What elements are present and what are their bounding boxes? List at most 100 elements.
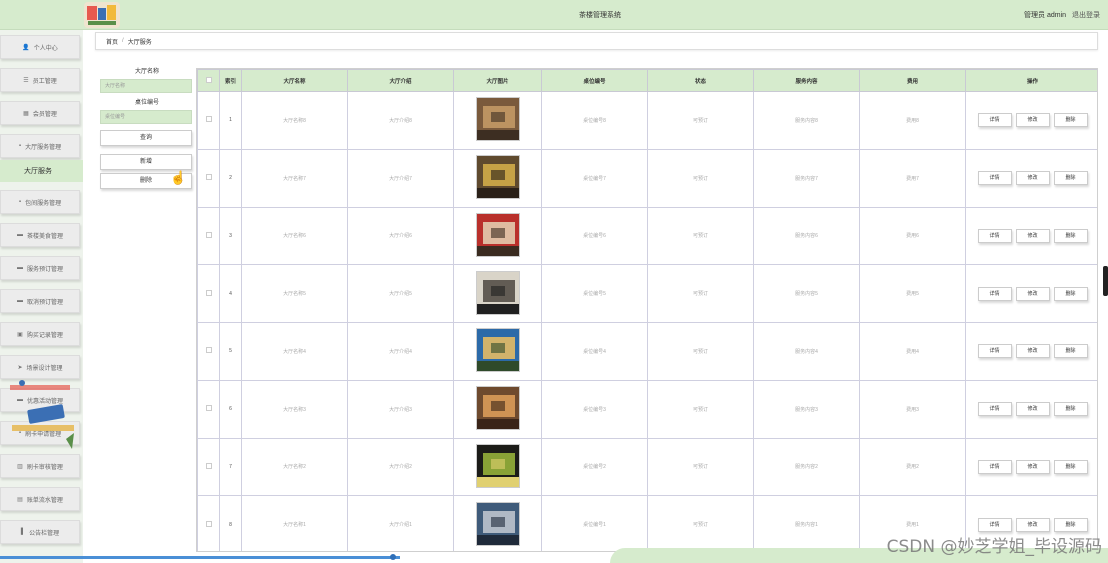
detail-button[interactable]: 详情	[977, 344, 1012, 359]
apps-icon: ▪	[18, 430, 22, 436]
edit-button[interactable]: 修改	[1015, 171, 1050, 186]
hall-name-input[interactable]: 大厅名称	[100, 79, 192, 93]
detail-button[interactable]: 详情	[977, 171, 1012, 186]
row-delete-button[interactable]: 删除	[1053, 459, 1088, 474]
row-checkbox[interactable]	[197, 148, 220, 208]
column-header-4: 大厅图片	[453, 69, 542, 92]
breadcrumb-separator: /	[122, 38, 124, 44]
edit-button[interactable]: 修改	[1015, 459, 1050, 474]
sidebar-item-label: 场景设计管理	[26, 365, 63, 372]
sidebar-item-3[interactable]: ☰ 员工管理	[0, 68, 80, 92]
edit-button[interactable]: 修改	[1015, 113, 1050, 128]
row-delete-button[interactable]: 删除	[1053, 344, 1088, 359]
column-header-5: 桌位编号	[541, 69, 648, 92]
edit-button[interactable]: 修改	[1015, 517, 1050, 532]
sidebar-item-6[interactable]: ▪ 包间服务管理	[0, 190, 80, 214]
service-content-cell: 服务内容2	[753, 437, 860, 497]
hall-image[interactable]	[475, 270, 520, 315]
edit-button[interactable]: 修改	[1015, 344, 1050, 359]
row-checkbox[interactable]	[197, 206, 220, 266]
hall-service-table: 索引 大厅名称 大厅介绍 大厅图片 桌位编号 状态 服务内容 费用 操作 1 大厅名称8 大厅介绍8…	[196, 68, 1098, 552]
sidebar-item-4[interactable]: ▦ 会员管理	[0, 101, 80, 125]
column-header-6: 状态	[647, 69, 754, 92]
seat-number-input[interactable]: 桌位编号	[100, 110, 192, 124]
service-content-cell: 服务内容1	[753, 495, 860, 551]
sidebar-item-label: 优惠活动管理	[26, 398, 63, 405]
hall-name-cell: 大厅名称4	[241, 322, 348, 381]
detail-button[interactable]: 详情	[977, 228, 1012, 243]
sidebar-item-11[interactable]: ➤ 场景设计管理	[0, 355, 80, 379]
sidebar-item-14[interactable]: ▥ 刷卡审核管理	[0, 454, 80, 478]
select-all-checkbox[interactable]	[197, 69, 220, 92]
hall-image[interactable]	[475, 443, 520, 488]
edit-button[interactable]: 修改	[1015, 228, 1050, 243]
row-delete-button[interactable]: 删除	[1053, 228, 1088, 243]
edit-button[interactable]: 修改	[1015, 402, 1050, 417]
hall-name-cell: 大厅名称6	[241, 206, 348, 266]
detail-button[interactable]: 详情	[977, 517, 1012, 532]
row-delete-button[interactable]: 删除	[1053, 286, 1088, 301]
sidebar-item-label: 购买记录管理	[26, 332, 63, 339]
hall-image[interactable]	[475, 328, 520, 373]
sidebar-item-label: 个人中心	[33, 45, 58, 52]
hall-image-cell	[453, 91, 542, 150]
edit-button[interactable]: 修改	[1015, 286, 1050, 301]
hall-image[interactable]	[475, 97, 520, 142]
column-header-9: 操作	[965, 69, 1097, 92]
sidebar-item-15[interactable]: ▤ 账单流水管理	[0, 487, 80, 511]
hall-image[interactable]	[475, 212, 520, 257]
row-checkbox[interactable]	[197, 437, 220, 497]
hall-image[interactable]	[475, 386, 520, 431]
sidebar-item-9[interactable]: ▬ 取消预订管理	[0, 289, 80, 313]
row-checkbox[interactable]	[197, 91, 220, 150]
list-icon: ☰	[23, 77, 29, 84]
watermark: CSDN @妙芝学姐_毕设源码	[886, 537, 1102, 557]
add-button[interactable]: 新增	[100, 154, 192, 170]
seat-number-cell: 桌位编号3	[541, 379, 648, 439]
seat-number-cell: 桌位编号6	[541, 206, 648, 266]
vertical-scrollbar[interactable]	[1103, 266, 1108, 296]
hall-image[interactable]	[475, 501, 520, 546]
seat-number-label: 桌位编号	[134, 100, 159, 106]
sidebar-item-2[interactable]: 👤 个人中心	[0, 35, 80, 59]
logout-link[interactable]: 退出登录	[1072, 12, 1100, 19]
hall-name-cell: 大厅名称5	[241, 264, 348, 323]
detail-button[interactable]: 详情	[977, 286, 1012, 301]
row-delete-button[interactable]: 删除	[1053, 171, 1088, 186]
sidebar-item-12[interactable]: ▬ 优惠活动管理	[0, 388, 80, 412]
fee-cell: 费用7	[859, 148, 966, 208]
table-row: 3 大厅名称6 大厅介绍6 桌位编号6 可预订 服务内容6 费用6 详情 修改 删除	[197, 206, 1097, 266]
hall-name-cell: 大厅名称8	[241, 91, 348, 150]
top-bar: 茶楼管理系统 管理员 admin 退出登录	[0, 0, 1108, 30]
detail-button[interactable]: 详情	[977, 459, 1012, 474]
hall-image[interactable]	[475, 155, 520, 200]
row-checkbox[interactable]	[197, 264, 220, 323]
scrollbar[interactable]	[0, 556, 400, 559]
row-delete-button[interactable]: 删除	[1053, 402, 1088, 417]
row-actions: 详情 修改 删除	[965, 91, 1097, 150]
detail-button[interactable]: 详情	[977, 402, 1012, 417]
row-checkbox[interactable]	[197, 322, 220, 381]
row-checkbox[interactable]	[197, 495, 220, 551]
sidebar-subitem-hall-service[interactable]: 大厅服务	[0, 160, 83, 182]
sidebar-item-16[interactable]: ▌ 公告栏管理	[0, 520, 80, 544]
query-button[interactable]: 查询	[100, 130, 192, 146]
mouse-cursor-icon: ☝	[170, 170, 187, 185]
sidebar: ⌂首页👤个人中心☰员工管理▦会员管理▪大厅服务管理▪包间服务管理▬茶楼美食管理▬…	[0, 0, 83, 563]
row-checkbox[interactable]	[197, 379, 220, 439]
sidebar-item-8[interactable]: ▬ 服务预订管理	[0, 256, 80, 280]
username: admin	[1046, 12, 1067, 19]
sidebar-item-10[interactable]: ▣ 购买记录管理	[0, 322, 80, 346]
user-info: 管理员 admin 退出登录	[1024, 10, 1100, 20]
hall-intro-cell: 大厅介绍3	[347, 379, 454, 439]
row-delete-button[interactable]: 删除	[1053, 113, 1088, 128]
sidebar-item-13[interactable]: ▪ 刷卡申请管理	[0, 421, 80, 445]
scrollbar-handle[interactable]	[390, 554, 396, 560]
detail-button[interactable]: 详情	[977, 113, 1012, 128]
hall-name-cell: 大厅名称1	[241, 495, 348, 551]
row-delete-button[interactable]: 删除	[1053, 517, 1088, 532]
sidebar-item-label: 刷卡审核管理	[26, 464, 63, 471]
sidebar-item-7[interactable]: ▬ 茶楼美食管理	[0, 223, 80, 247]
breadcrumb-home[interactable]: 首页	[106, 37, 118, 46]
sidebar-item-5[interactable]: ▪ 大厅服务管理	[0, 134, 80, 158]
